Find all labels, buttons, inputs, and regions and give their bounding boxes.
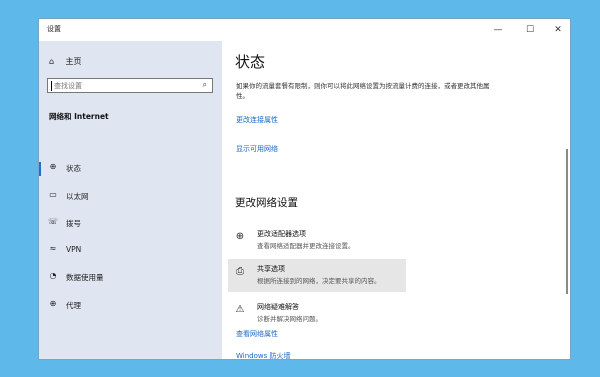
sidebar-item-label: 拨号 <box>66 219 81 228</box>
sidebar-item-label: 以太网 <box>66 192 89 201</box>
watermark-logo-icon <box>465 312 505 352</box>
windows-firewall-link[interactable]: Windows 防火墙 <box>236 351 290 359</box>
search-placeholder: 查找设置 <box>54 82 82 90</box>
text-caret <box>51 81 52 91</box>
sidebar-item-status[interactable]: ⊕ 状态 <box>39 158 222 180</box>
setting-desc: 诊断并解决网络问题。 <box>257 315 322 323</box>
search-icon[interactable]: ⌕ <box>203 80 207 90</box>
scrollbar[interactable] <box>566 149 568 294</box>
setting-desc: 查看网络适配器并更改连接设置。 <box>257 242 355 250</box>
adapter-icon: ⊕ <box>235 231 245 242</box>
minimize-button[interactable]: — <box>487 22 509 38</box>
search-input[interactable]: 查找设置 ⌕ <box>47 78 213 93</box>
sidebar-section-title: 网络和 Internet <box>49 112 109 121</box>
page-title: 状态 <box>235 53 266 71</box>
sharing-options[interactable]: ⎙ 共享选项 根据所连接到的网络，决定要共享的内容。 <box>228 259 406 292</box>
show-available-networks-link[interactable]: 显示可用网络 <box>236 144 278 154</box>
watermark-name: 路由器 <box>510 320 567 341</box>
sidebar-item-proxy[interactable]: ⊕ 代理 <box>39 295 222 317</box>
setting-title: 网络疑难解答 <box>257 303 299 311</box>
view-network-properties-link[interactable]: 查看网络属性 <box>236 329 278 339</box>
sidebar-item-label: 状态 <box>66 164 81 173</box>
warning-icon: ⚠ <box>235 304 245 315</box>
window-title: 设置 <box>47 25 61 33</box>
home-label: 主页 <box>65 57 82 66</box>
home-link[interactable]: ⌂ 主页 <box>49 56 82 67</box>
sharing-icon: ⎙ <box>236 266 244 277</box>
active-indicator <box>39 162 41 176</box>
sidebar-item-vpn[interactable]: ≈ VPN <box>39 240 222 262</box>
close-button[interactable]: ✕ <box>547 22 569 38</box>
change-adapter-options[interactable]: ⊕ 更改适配器选项 查看网络适配器并更改连接设置。 <box>228 224 406 257</box>
proxy-icon: ⊕ <box>49 299 57 308</box>
main-content: 状态 如果你的流量套餐有限制，则你可以将此网络设置为按流量计费的连接，或者更改其… <box>222 41 570 359</box>
setting-desc: 根据所连接到的网络，决定要共享的内容。 <box>257 277 381 285</box>
title-bar: 设置 — ☐ ✕ <box>39 19 570 41</box>
sidebar-item-dialup[interactable]: ☏ 拨号 <box>39 213 222 235</box>
sidebar-item-label: 数据使用量 <box>66 273 104 282</box>
data-usage-icon: ◔ <box>49 271 57 280</box>
sidebar-item-data-usage[interactable]: ◔ 数据使用量 <box>39 267 222 289</box>
metered-connection-text: 如果你的流量套餐有限制，则你可以将此网络设置为按流量计费的连接，或者更改其他属性… <box>236 82 490 100</box>
change-connection-properties-link[interactable]: 更改连接属性 <box>236 115 278 125</box>
settings-window: 设置 — ☐ ✕ ⌂ 主页 查找设置 ⌕ 网络和 Internet ⊕ 状态 ▭… <box>38 18 571 360</box>
setting-title: 更改适配器选项 <box>257 230 306 238</box>
sidebar: ⌂ 主页 查找设置 ⌕ 网络和 Internet ⊕ 状态 ▭ 以太网 ☏ 拨号… <box>39 41 222 359</box>
ethernet-icon: ▭ <box>49 190 57 199</box>
sidebar-item-ethernet[interactable]: ▭ 以太网 <box>39 186 222 208</box>
network-troubleshooter[interactable]: ⚠ 网络疑难解答 诊断并解决网络问题。 <box>228 297 406 330</box>
maximize-button[interactable]: ☐ <box>519 22 541 38</box>
sidebar-item-label: 代理 <box>66 301 81 310</box>
home-icon: ⌂ <box>49 57 55 66</box>
dialup-icon: ☏ <box>47 217 58 226</box>
section-title: 更改网络设置 <box>235 197 298 209</box>
watermark-url: luyouqi.com <box>512 343 555 351</box>
setting-title: 共享选项 <box>257 265 285 273</box>
vpn-icon: ≈ <box>49 244 57 253</box>
status-icon: ⊕ <box>49 162 57 171</box>
sidebar-item-label: VPN <box>66 245 82 254</box>
